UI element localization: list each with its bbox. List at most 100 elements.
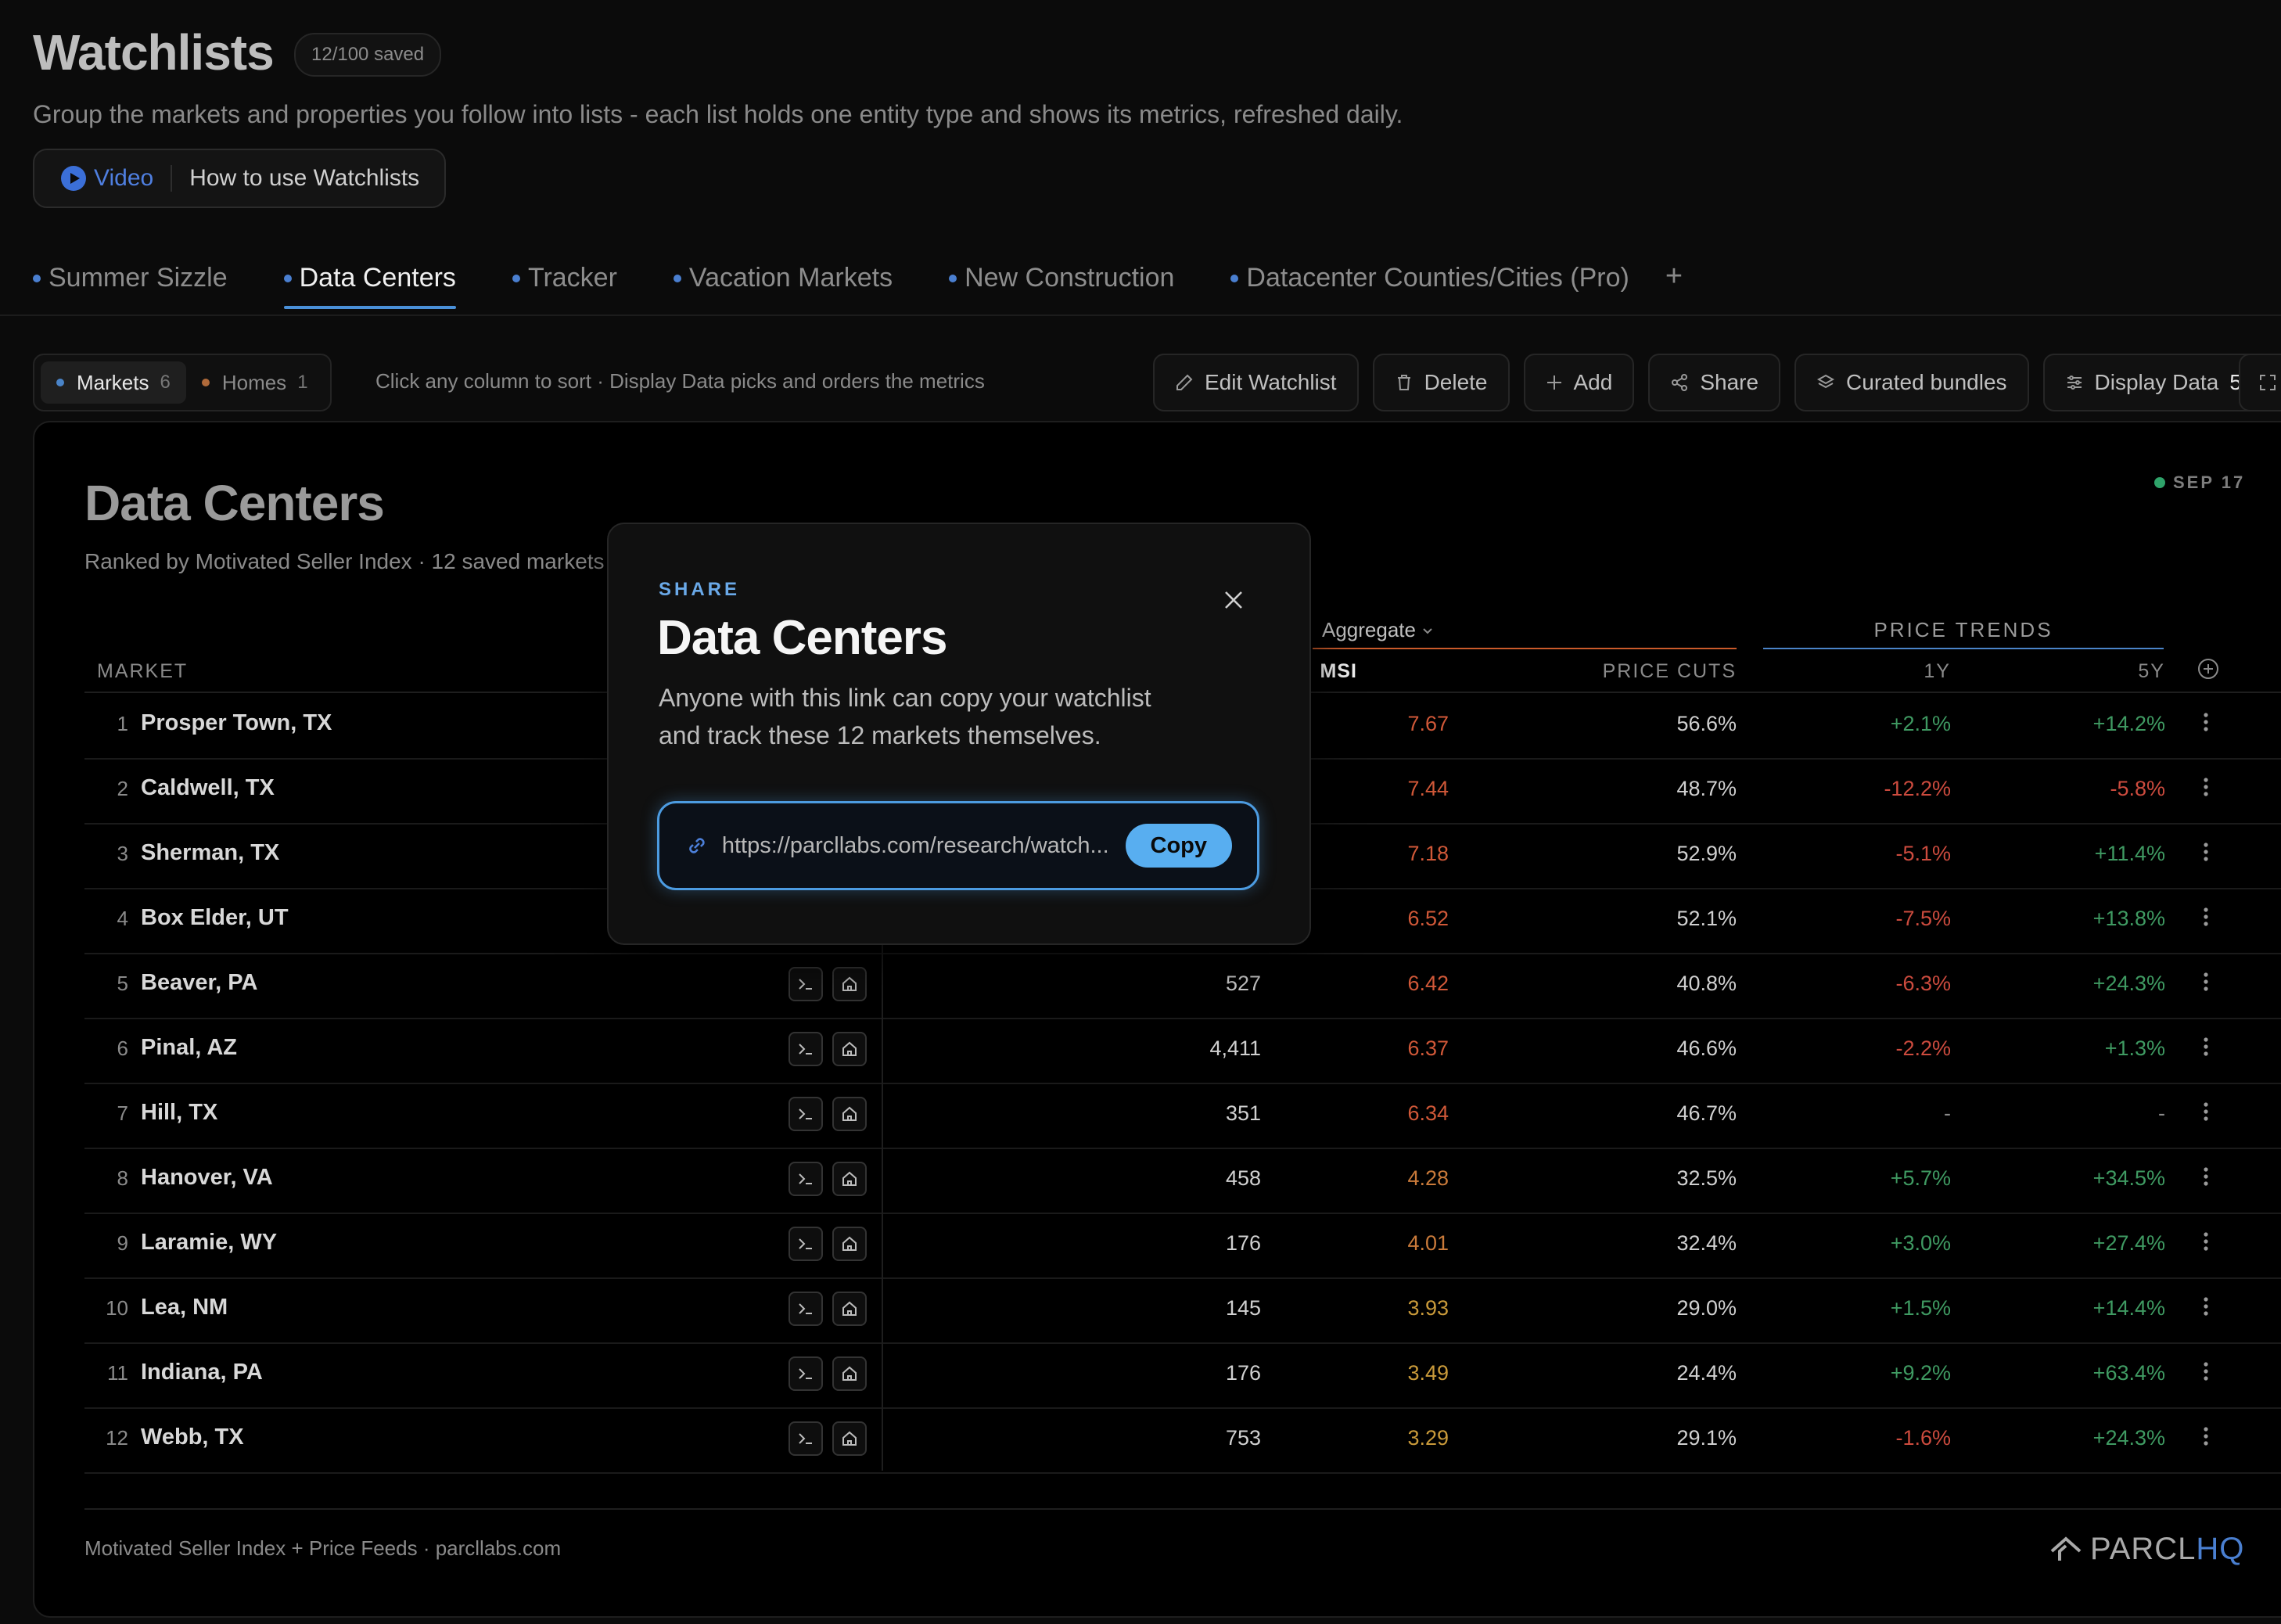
table-row[interactable]: 10 Lea, NM 145 3.93 29.0% +1.5% +14.4% <box>84 1277 2281 1344</box>
market-name[interactable]: Indiana, PA <box>141 1360 263 1385</box>
view-homes-button[interactable] <box>832 1227 867 1261</box>
add-column-button[interactable] <box>2197 657 2220 684</box>
table-row[interactable]: 11 Indiana, PA 176 3.49 24.4% +9.2% +63.4% <box>84 1342 2281 1409</box>
market-name[interactable]: Pinal, AZ <box>141 1035 237 1061</box>
add-button[interactable]: Add <box>1523 354 1635 411</box>
view-homes-button[interactable] <box>832 1032 867 1066</box>
price-cuts-value: 52.9% <box>1676 842 1737 865</box>
row-menu-button[interactable] <box>2201 1425 2211 1452</box>
bundles-label: Curated bundles <box>1846 370 2007 394</box>
market-name[interactable]: Sherman, TX <box>141 840 279 866</box>
trend-1y-value: +3.0% <box>1890 1231 1951 1255</box>
msi-value: 4.28 <box>1407 1166 1449 1190</box>
share-link-field[interactable]: https://parcllabs.com/research/watch... … <box>657 801 1259 890</box>
row-menu-button[interactable] <box>2201 1230 2211 1257</box>
market-name[interactable]: Hill, TX <box>141 1100 217 1126</box>
row-menu-button[interactable] <box>2201 1035 2211 1062</box>
delete-button[interactable]: Delete <box>1372 354 1510 411</box>
segment-homes[interactable]: Homes 1 <box>186 361 324 404</box>
display-data-button[interactable]: Display Data 5 <box>2042 354 2264 411</box>
close-modal-button[interactable] <box>1220 587 1247 613</box>
table-row[interactable]: 9 Laramie, WY 176 4.01 32.4% +3.0% +27.4% <box>84 1213 2281 1279</box>
trend-1y-value: +5.7% <box>1890 1166 1951 1190</box>
column-header-msi[interactable]: ↓ MSI <box>1303 660 1357 683</box>
row-menu-button[interactable] <box>2201 840 2211 868</box>
trend-1y-value: +1.5% <box>1890 1296 1951 1320</box>
market-name[interactable]: Laramie, WY <box>141 1230 277 1256</box>
tab-new-construction[interactable]: New Construction <box>949 263 1174 309</box>
table-row[interactable]: 7 Hill, TX 351 6.34 46.7% - - <box>84 1083 2281 1149</box>
table-row[interactable]: 5 Beaver, PA 527 6.42 40.8% -6.3% +24.3% <box>84 953 2281 1019</box>
terminal-icon <box>799 979 812 990</box>
homes-dot-icon <box>201 379 210 386</box>
table-row[interactable]: 6 Pinal, AZ 4,411 6.37 46.6% -2.2% +1.3% <box>84 1018 2281 1084</box>
how-to-video-button[interactable]: Video How to use Watchlists <box>33 149 447 208</box>
market-name[interactable]: Prosper Town, TX <box>141 710 332 736</box>
trend-5y-value: - <box>2158 1101 2165 1125</box>
row-menu-button[interactable] <box>2201 775 2211 803</box>
view-homes-button[interactable] <box>832 1097 867 1131</box>
market-name[interactable]: Beaver, PA <box>141 970 257 996</box>
view-homes-button[interactable] <box>832 1162 867 1196</box>
market-name[interactable]: Box Elder, UT <box>141 905 289 931</box>
open-terminal-button[interactable] <box>788 1421 823 1456</box>
curated-bundles-button[interactable]: Curated bundles <box>1794 354 2029 411</box>
segment-label: Homes <box>221 370 287 394</box>
open-terminal-button[interactable] <box>788 1227 823 1261</box>
row-menu-button[interactable] <box>2201 710 2211 738</box>
page-title: Watchlists <box>33 24 275 81</box>
segment-markets[interactable]: Markets 6 <box>41 361 186 404</box>
view-homes-button[interactable] <box>832 967 867 1001</box>
share-button[interactable]: Share <box>1648 354 1781 411</box>
tab-summer-sizzle[interactable]: Summer Sizzle <box>33 263 228 309</box>
aggregate-group-underline <box>1313 648 1737 649</box>
row-menu-button[interactable] <box>2201 1165 2211 1192</box>
open-terminal-button[interactable] <box>788 1032 823 1066</box>
view-homes-button[interactable] <box>832 1292 867 1326</box>
open-terminal-button[interactable] <box>788 1356 823 1391</box>
view-homes-button[interactable] <box>832 1356 867 1391</box>
column-header-market[interactable]: MARKET <box>97 660 188 683</box>
tab-tracker[interactable]: Tracker <box>512 263 617 309</box>
tab-dot-icon <box>512 274 520 282</box>
tab-datacenter-counties[interactable]: Datacenter Counties/Cities (Pro) <box>1230 263 1629 309</box>
column-header-5y[interactable]: 5Y <box>2092 660 2165 683</box>
aggregate-group-dropdown[interactable]: Aggregate <box>1322 618 1435 642</box>
trend-5y-value: +63.4% <box>2092 1361 2165 1385</box>
row-menu-button[interactable] <box>2201 1100 2211 1127</box>
display-data-label: Display Data <box>2094 370 2219 394</box>
table-row[interactable]: 12 Webb, TX 753 3.29 29.1% -1.6% +24.3% <box>84 1407 2281 1474</box>
open-terminal-button[interactable] <box>788 1097 823 1131</box>
market-name[interactable]: Caldwell, TX <box>141 775 275 801</box>
row-menu-button[interactable] <box>2201 970 2211 997</box>
row-rank: 12 <box>106 1426 128 1450</box>
more-options-icon <box>2204 972 2208 991</box>
row-menu-button[interactable] <box>2201 1360 2211 1387</box>
trend-1y-value: - <box>1944 1101 1951 1125</box>
market-name[interactable]: Lea, NM <box>141 1295 228 1320</box>
tab-data-centers[interactable]: Data Centers <box>283 263 457 309</box>
share-modal-eyebrow: SHARE <box>659 579 741 600</box>
card-subtitle: Ranked by Motivated Seller Index · 12 sa… <box>84 549 605 573</box>
row-menu-button[interactable] <box>2201 1295 2211 1322</box>
trend-1y-value: -12.2% <box>1884 777 1951 800</box>
trend-1y-value: +2.1% <box>1890 712 1951 735</box>
column-header-1y[interactable]: 1Y <box>1877 660 1951 683</box>
share-link-url[interactable]: https://parcllabs.com/research/watch... <box>722 833 1112 859</box>
row-menu-button[interactable] <box>2201 905 2211 932</box>
open-terminal-button[interactable] <box>788 1292 823 1326</box>
column-header-price-cuts[interactable]: PRICE CUTS <box>1525 660 1737 683</box>
home-icon <box>842 1041 857 1056</box>
expand-button[interactable] <box>2239 354 2281 411</box>
tab-vacation-markets[interactable]: Vacation Markets <box>673 263 893 309</box>
open-terminal-button[interactable] <box>788 1162 823 1196</box>
market-name[interactable]: Hanover, VA <box>141 1165 273 1191</box>
add-tab-button[interactable]: + <box>1665 260 1683 293</box>
copy-link-button[interactable]: Copy <box>1125 824 1232 868</box>
view-homes-button[interactable] <box>832 1421 867 1456</box>
market-name[interactable]: Webb, TX <box>141 1425 244 1450</box>
edit-watchlist-button[interactable]: Edit Watchlist <box>1153 354 1359 411</box>
trend-1y-value: -6.3% <box>1895 972 1951 995</box>
table-row[interactable]: 8 Hanover, VA 458 4.28 32.5% +5.7% +34.5% <box>84 1148 2281 1214</box>
open-terminal-button[interactable] <box>788 967 823 1001</box>
